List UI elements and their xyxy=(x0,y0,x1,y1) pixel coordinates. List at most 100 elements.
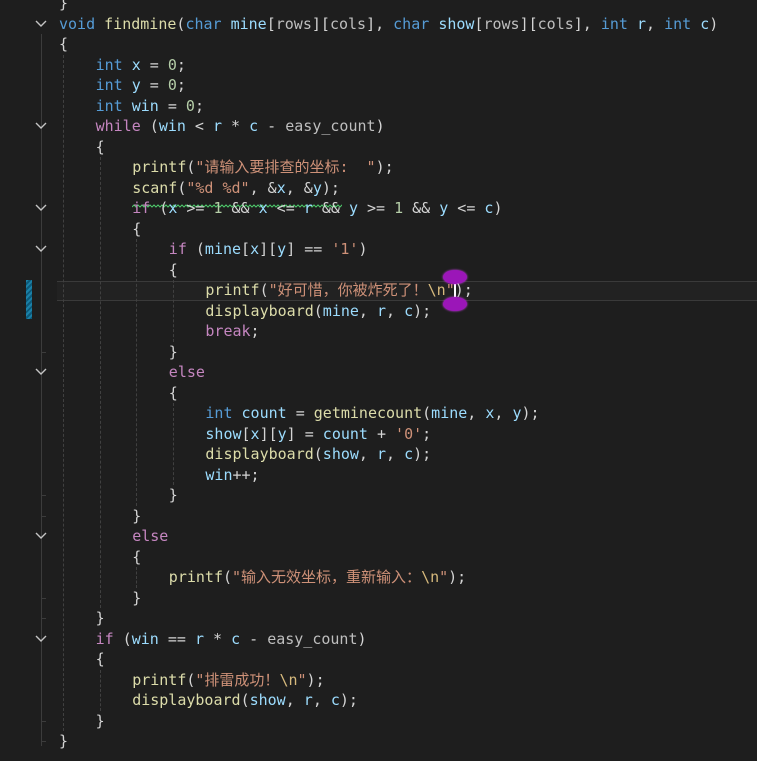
code-line[interactable]: if (win == r * c - easy_count) xyxy=(96,629,367,650)
code-line[interactable]: { xyxy=(59,34,68,55)
code-token-macro: rows xyxy=(275,14,312,33)
code-token-variable: y xyxy=(131,76,141,94)
code-token-number: 1 xyxy=(394,199,404,217)
code-token-number: 0 xyxy=(167,76,177,94)
code-token-param: mine xyxy=(322,301,359,320)
code-token-plain: - xyxy=(240,629,268,648)
code-line[interactable]: printf("输入无效坐标，重新输入：\n"); xyxy=(169,567,466,588)
code-token-plain: , xyxy=(285,691,304,709)
code-token-plain: * xyxy=(203,629,232,648)
code-line[interactable]: { xyxy=(132,547,141,568)
editor-gutter xyxy=(0,0,52,761)
code-token-string: "%d %d" xyxy=(186,178,250,197)
code-line[interactable]: displayboard(show, r, c); xyxy=(205,444,431,465)
code-token-plain: ( xyxy=(259,281,269,299)
code-token-plain: ) xyxy=(358,240,368,258)
code-token-plain: ); xyxy=(413,301,432,320)
code-line[interactable]: void findmine(char mine[rows][cols], cha… xyxy=(59,14,718,35)
code-token-plain: ; xyxy=(194,96,204,115)
code-token-plain: ( xyxy=(240,691,250,709)
code-line[interactable]: { xyxy=(96,649,105,670)
code-line[interactable]: } xyxy=(169,485,178,506)
code-line[interactable]: int y = 0; xyxy=(96,75,186,96)
code-token-plain: ( xyxy=(313,301,323,320)
code-line[interactable]: show[x][y] = count + '0'; xyxy=(205,424,431,445)
code-line[interactable]: int x = 0; xyxy=(96,55,186,76)
code-token-escape: \n xyxy=(279,670,298,689)
fold-range-end xyxy=(41,597,46,599)
code-line[interactable]: if (mine[x][y] == '1') xyxy=(169,239,368,260)
fold-chevron-icon[interactable] xyxy=(35,18,47,30)
code-token-string: " xyxy=(445,281,455,299)
code-area[interactable]: } void findmine(char mine[rows][cols], ch… xyxy=(59,0,757,761)
code-token-variable: win xyxy=(205,465,233,484)
code-line[interactable]: displayboard(show, r, c); xyxy=(132,690,358,711)
code-token-plain: ] == xyxy=(286,240,332,258)
code-line[interactable]: } xyxy=(96,711,105,732)
code-token-param: c xyxy=(404,445,414,463)
code-token-plain: - xyxy=(258,117,286,135)
code-token-number: 0 xyxy=(167,55,177,74)
code-line[interactable]: int win = 0; xyxy=(96,96,204,117)
code-token-plain: ; xyxy=(176,76,186,94)
fold-chevron-icon[interactable] xyxy=(35,202,47,214)
code-line[interactable]: printf("好可惜，你被炸死了！\n"); xyxy=(205,280,472,301)
code-line[interactable]: while (win < r * c - easy_count) xyxy=(96,116,385,137)
code-token-macro: easy_count xyxy=(267,629,358,648)
code-token-plain: { xyxy=(168,383,178,402)
fold-chevron-icon[interactable] xyxy=(35,243,47,255)
code-token-control: if xyxy=(132,199,151,217)
code-line[interactable]: int count = getminecount(mine, x, y); xyxy=(205,403,539,424)
code-editor[interactable]: } void findmine(char mine[rows][cols], ch… xyxy=(0,0,757,761)
code-line[interactable]: { xyxy=(132,219,141,240)
code-token-plain: ); xyxy=(521,404,540,422)
code-line[interactable]: } xyxy=(132,588,141,609)
code-line[interactable]: else xyxy=(132,526,168,547)
code-token-plain: [ xyxy=(266,14,276,33)
code-line[interactable]: break; xyxy=(205,321,259,342)
code-line[interactable]: win++; xyxy=(205,465,259,486)
code-token-function: printf xyxy=(132,670,187,689)
code-line[interactable]: else xyxy=(169,362,205,383)
code-line[interactable]: } xyxy=(132,506,141,527)
code-token-string: "请输入要排查的坐标: " xyxy=(195,158,376,176)
code-line[interactable]: } xyxy=(96,608,105,629)
code-token-plain: , xyxy=(358,301,377,320)
fold-chevron-icon[interactable] xyxy=(35,366,47,378)
code-line[interactable]: printf("请输入要排查的坐标: "); xyxy=(132,157,393,178)
code-token-plain: } xyxy=(132,506,142,525)
fold-chevron-icon[interactable] xyxy=(35,530,47,542)
code-token-plain: ], xyxy=(573,14,601,33)
code-token-plain: ; xyxy=(422,424,432,443)
code-line[interactable]: displayboard(mine, r, c); xyxy=(205,301,431,322)
fold-chevron-icon[interactable] xyxy=(35,120,47,132)
code-token-function: displayboard xyxy=(205,445,314,463)
code-token-function: printf xyxy=(168,568,223,586)
code-token-param: r xyxy=(376,301,387,320)
code-line[interactable]: { xyxy=(169,260,178,281)
code-line[interactable]: } xyxy=(59,0,68,14)
code-line[interactable]: printf("排雷成功！\n"); xyxy=(132,670,324,691)
code-token-param: c xyxy=(330,691,340,709)
fold-range-end xyxy=(41,515,46,517)
code-line[interactable]: } xyxy=(59,731,68,752)
code-token-plain: && xyxy=(403,199,440,217)
code-token-keyword: int xyxy=(205,404,233,422)
code-line[interactable]: scanf("%d %d", &x, &y); xyxy=(132,178,340,199)
code-token-string: '0' xyxy=(395,424,423,443)
code-token-control: else xyxy=(132,527,169,545)
code-line[interactable]: if (x >= 1 && x <= r && y >= 1 && y <= c… xyxy=(132,198,502,219)
code-token-plain: } xyxy=(59,732,69,750)
code-token-plain: == xyxy=(158,629,195,648)
code-token-param: r xyxy=(303,691,313,709)
fold-chevron-icon[interactable] xyxy=(35,633,47,645)
code-token-function: printf xyxy=(205,281,260,299)
code-line[interactable]: { xyxy=(169,383,178,404)
code-token-plain: , xyxy=(386,445,405,463)
code-token-function: getminecount xyxy=(313,404,423,422)
code-line[interactable]: { xyxy=(96,137,105,158)
code-line[interactable]: } xyxy=(169,342,178,363)
